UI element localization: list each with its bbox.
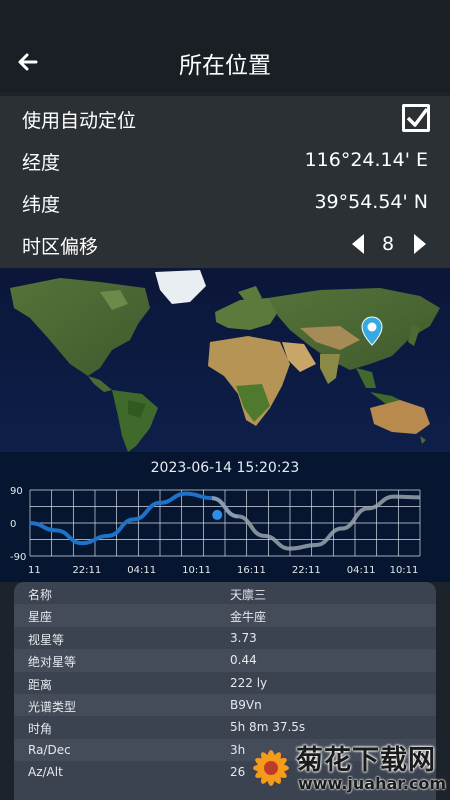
info-row: 星座 金牛座: [14, 604, 436, 627]
info-value: B9Vn: [230, 698, 262, 712]
altitude-curve-future: [211, 494, 421, 551]
watermark: 菊花下载网 www.juahar.com: [246, 736, 450, 800]
latitude-label: 纬度: [22, 194, 61, 216]
chart-y-tick-label: 0: [10, 519, 16, 530]
latitude-value: 39°54.54' N: [314, 191, 428, 213]
auto-location-label: 使用自动定位: [22, 110, 137, 132]
chart-x-tick-label: 22:11: [72, 565, 101, 576]
longitude-row: 经度 116°24.14' E: [0, 140, 450, 180]
info-key: 距离: [28, 677, 53, 692]
chart-datetime: 2023-06-14 15:20:23: [150, 460, 300, 476]
info-row: 距离 222 ly: [14, 672, 436, 694]
timezone-label: 时区偏移: [22, 236, 99, 258]
info-row: 视星等 3.73: [14, 627, 436, 649]
current-position-marker: [212, 509, 223, 520]
top-app-bar: 所在位置: [0, 0, 450, 92]
info-row: 名称 天廪三: [14, 582, 436, 604]
chart-x-tick-label: 11: [28, 565, 41, 576]
info-key: 视星等: [28, 632, 65, 647]
info-value: 3h: [230, 742, 246, 757]
timezone-decrease-icon[interactable]: [352, 234, 364, 254]
checkmark-icon: [406, 107, 429, 127]
info-value: 222 ly: [230, 675, 268, 690]
timezone-increase-icon[interactable]: [414, 234, 426, 254]
info-row: 光谱类型 B9Vn: [14, 694, 436, 717]
timezone-value: 8: [381, 233, 395, 255]
auto-location-row[interactable]: 使用自动定位: [0, 98, 450, 138]
info-key: 光谱类型: [28, 700, 77, 714]
info-key: 时角: [28, 722, 53, 737]
world-map[interactable]: [0, 268, 450, 452]
timezone-row: 时区偏移 8: [0, 224, 450, 264]
info-key: 名称: [28, 588, 53, 602]
chart-x-tick-label: 04:11: [127, 565, 156, 576]
chart-x-tick-label: 04:11: [347, 565, 376, 576]
info-key: 星座: [28, 610, 53, 625]
page-title: 所在位置: [179, 53, 271, 79]
altitude-curve-past: [29, 491, 239, 546]
altitude-chart[interactable]: 90 0 -9011 22:11 04:11 10:11 16:11 22:11 04:11 10…: [0, 480, 450, 580]
chart-x-tick-label: 22:11: [292, 565, 321, 576]
longitude-value: 116°24.14' E: [304, 149, 428, 171]
info-row: 绝对星等 0.44: [14, 649, 436, 672]
chrysanthemum-logo-icon: [253, 750, 289, 786]
info-value: 天廪三: [230, 588, 267, 602]
location-pin-icon: [361, 316, 383, 346]
info-key: 绝对星等: [28, 655, 77, 670]
world-map-image: [0, 268, 450, 452]
chart-y-tick-label: -90: [10, 552, 26, 563]
chart-x-tick-label: 10:11: [390, 565, 419, 576]
info-value: 3.73: [230, 630, 257, 645]
altitude-chart-panel: 2023-06-14 15:20:23 90 0 -90 11 22:11 04:11 10…: [0, 452, 450, 582]
watermark-text: 菊花下载网: [296, 745, 436, 776]
info-value: 26: [230, 765, 246, 780]
auto-location-checkbox[interactable]: [402, 104, 430, 132]
chart-x-tick-label: 16:11: [237, 565, 266, 576]
chart-x-tick-label: 10:11: [182, 565, 211, 576]
location-settings-panel: 使用自动定位 经度 116°24.14' E 纬度 39°54.54' N 时区…: [0, 96, 450, 268]
info-value: 0.44: [230, 653, 257, 668]
watermark-url: www.juahar.com: [298, 774, 447, 793]
info-key: Az/Alt: [28, 765, 63, 780]
info-key: Ra/Dec: [28, 742, 71, 757]
longitude-label: 经度: [22, 152, 61, 174]
chart-y-tick-label: 90: [10, 486, 23, 497]
info-value: 5h 8m 37.5s: [230, 720, 306, 735]
latitude-row: 纬度 39°54.54' N: [0, 182, 450, 222]
info-value: 金牛座: [230, 610, 267, 625]
